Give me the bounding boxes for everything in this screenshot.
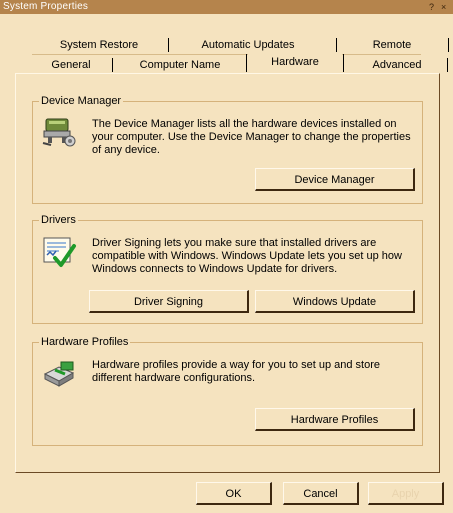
tab-strip: System Restore Automatic Updates Remote … <box>0 14 453 74</box>
device-manager-icon <box>41 113 77 152</box>
tab-system-restore[interactable]: System Restore <box>40 36 158 54</box>
tab-divider <box>168 38 169 52</box>
tab-divider <box>336 38 337 52</box>
device-manager-description: The Device Manager lists all the hardwar… <box>92 118 411 156</box>
cancel-button[interactable]: Cancel <box>283 482 359 505</box>
device-manager-legend: Device Manager <box>39 94 124 108</box>
hardware-profiles-legend: Hardware Profiles <box>39 335 131 349</box>
tab-remote[interactable]: Remote <box>338 36 446 54</box>
hardware-profiles-button[interactable]: Hardware Profiles <box>255 408 415 431</box>
tab-divider <box>448 38 449 52</box>
title-bar[interactable]: System Properties ? × <box>0 0 453 14</box>
tab-divider <box>447 58 448 72</box>
device-manager-button[interactable]: Device Manager <box>255 168 415 191</box>
tab-row-divider <box>32 54 421 55</box>
window-title: System Properties <box>3 1 89 12</box>
drivers-group: Drivers Driver Signing lets you make sur… <box>32 213 423 324</box>
driver-signing-button[interactable]: Driver Signing <box>89 290 249 313</box>
tab-computer-name[interactable]: Computer Name <box>118 56 242 74</box>
apply-button[interactable]: Apply <box>368 482 444 505</box>
tab-divider <box>343 54 344 72</box>
windows-update-button[interactable]: Windows Update <box>255 290 415 313</box>
drivers-legend: Drivers <box>39 213 78 227</box>
drivers-description: Driver Signing lets you make sure that i… <box>92 237 402 275</box>
hardware-profiles-description: Hardware profiles provide a way for you … <box>92 359 380 384</box>
tab-advanced[interactable]: Advanced <box>350 56 444 74</box>
ok-button[interactable]: OK <box>196 482 272 505</box>
hardware-profiles-icon <box>41 358 77 393</box>
help-button[interactable]: ? <box>429 1 434 13</box>
hardware-profiles-group: Hardware Profiles Hardware profiles prov… <box>32 335 423 446</box>
tab-general[interactable]: General <box>31 56 111 74</box>
tab-divider <box>246 54 247 72</box>
tab-hardware[interactable]: Hardware <box>248 52 342 74</box>
device-manager-group: Device Manager The Device Manager lists … <box>32 94 423 204</box>
tab-divider <box>112 58 113 72</box>
close-button[interactable]: × <box>441 1 446 13</box>
driver-signing-icon <box>41 234 77 273</box>
